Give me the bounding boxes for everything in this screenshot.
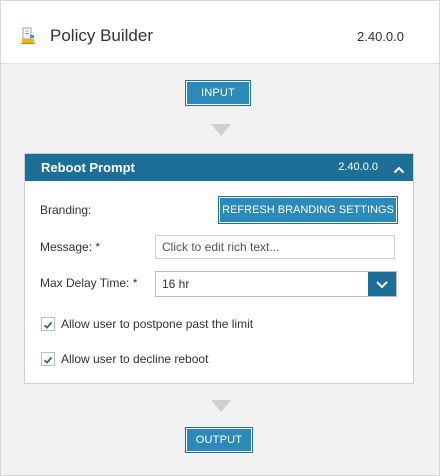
message-field[interactable]: Click to edit rich text...: [155, 235, 395, 259]
policy-builder-panel: Policy Builder 2.40.0.0 INPUT Reboot Pro…: [0, 0, 440, 476]
card-header[interactable]: Reboot Prompt 2.40.0.0: [25, 154, 413, 181]
app-version: 2.40.0.0: [357, 29, 404, 44]
max-delay-label: Max Delay Time: *: [40, 276, 138, 290]
max-delay-select[interactable]: 16 hr: [155, 271, 397, 297]
chevron-up-icon[interactable]: [393, 162, 405, 174]
max-delay-value: 16 hr: [162, 277, 190, 291]
message-label: Message: *: [40, 240, 101, 254]
policy-builder-icon: [20, 27, 36, 45]
postpone-checkbox[interactable]: [41, 317, 55, 331]
dropdown-button[interactable]: [368, 272, 396, 296]
card-version: 2.40.0.0: [338, 161, 378, 173]
app-header: Policy Builder 2.40.0.0: [1, 1, 439, 64]
postpone-label: Allow user to postpone past the limit: [61, 317, 254, 331]
flow-arrow-down-icon: [211, 124, 231, 136]
checkmark-icon: [43, 356, 53, 364]
card-title: Reboot Prompt: [41, 160, 135, 175]
decline-checkbox[interactable]: [41, 352, 55, 366]
checkmark-icon: [43, 321, 53, 329]
branding-label: Branding:: [40, 203, 92, 217]
decline-label: Allow user to decline reboot: [61, 352, 209, 366]
output-button[interactable]: OUTPUT: [185, 427, 253, 453]
flow-arrow-down-icon: [211, 400, 231, 412]
input-button[interactable]: INPUT: [185, 80, 251, 106]
chevron-down-icon: [376, 281, 388, 289]
refresh-branding-button[interactable]: REFRESH BRANDING SETTINGS: [218, 196, 398, 224]
page-title: Policy Builder: [50, 26, 153, 45]
reboot-prompt-card: Reboot Prompt 2.40.0.0: [24, 153, 414, 384]
